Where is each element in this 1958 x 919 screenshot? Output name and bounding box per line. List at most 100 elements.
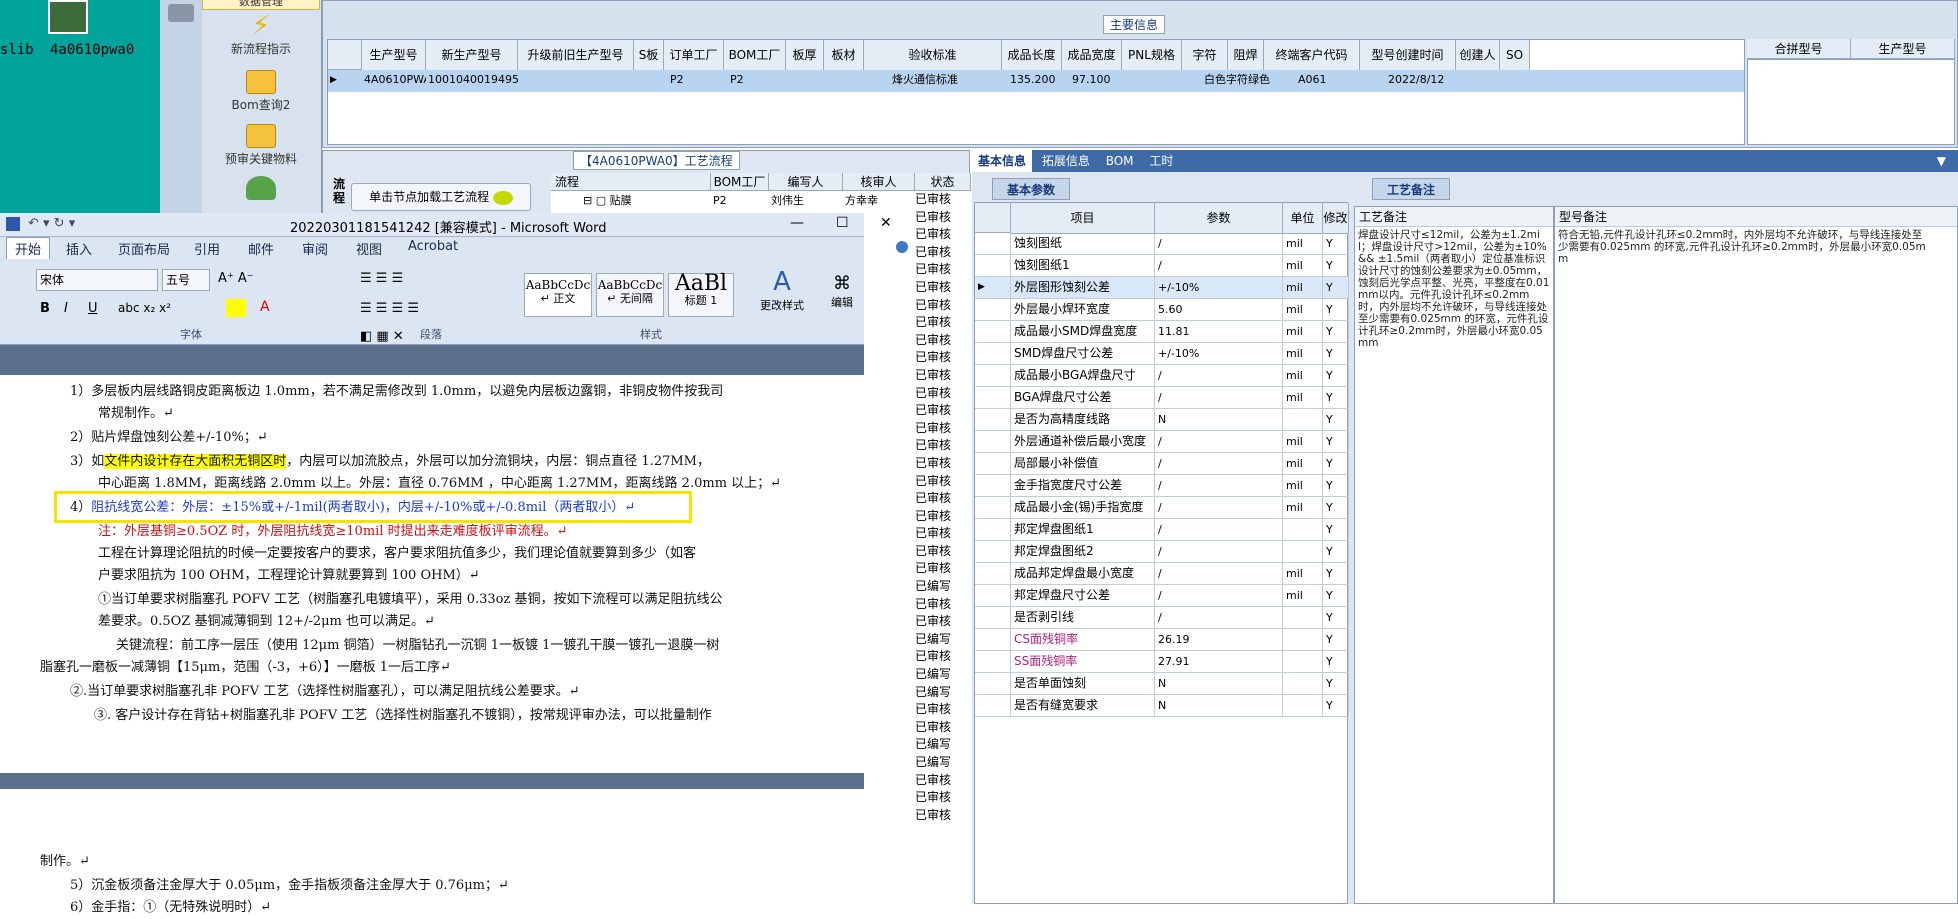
- table-row[interactable]: 蚀刻图纸1/mil Y: [975, 255, 1349, 277]
- col-header[interactable]: 流程: [551, 173, 711, 191]
- list-icon[interactable]: ☰ ☰ ☰: [360, 271, 403, 286]
- nav-item-data[interactable]: 数据管理: [202, 0, 320, 10]
- minimize-icon[interactable]: —: [790, 215, 804, 231]
- table-row[interactable]: 是否为高精度线路 N Y: [975, 409, 1349, 431]
- col-header[interactable]: 阻焊: [1228, 40, 1264, 71]
- table-row[interactable]: BGA焊盘尺寸公差 / mil Y: [975, 387, 1349, 409]
- col-header[interactable]: BOM工厂: [724, 40, 786, 71]
- col-header[interactable]: 项目: [1011, 203, 1155, 234]
- close-icon[interactable]: ✕: [880, 215, 892, 231]
- font-size-select[interactable]: 五号: [162, 269, 210, 291]
- tab-mail[interactable]: 邮件: [248, 239, 274, 258]
- col-header[interactable]: 工艺备注: [1355, 207, 1553, 227]
- document-page[interactable]: 1）多层板内层线路铜皮距离板边 1.0mm，若不满足需修改到 1.0mm，以避免…: [0, 375, 864, 773]
- shading-icon[interactable]: ◧ ▦ ✕: [360, 329, 404, 344]
- table-row[interactable]: SS面残铜率 27.91 Y: [975, 651, 1349, 673]
- table-row[interactable]: ▶ 外层图形蚀刻公差 +/-10% mil Y: [975, 277, 1349, 299]
- strike-icon[interactable]: abc x₂ x²: [118, 301, 171, 315]
- align-icon[interactable]: ☰ ☰ ☰ ☰: [360, 301, 419, 316]
- table-row[interactable]: 金手指宽度尺寸公差 / mil Y: [975, 475, 1349, 497]
- nav-item-user[interactable]: [202, 176, 320, 202]
- tab-references[interactable]: 引用: [194, 239, 220, 258]
- grow-font-icon[interactable]: A⁺ A⁻: [218, 271, 254, 286]
- tab-acrobat[interactable]: Acrobat: [408, 239, 458, 254]
- document-page[interactable]: 制作。↵ 5）沉金板须备注金厚大于 0.05μm，金手指板须备注金厚大于 0.7…: [0, 789, 864, 915]
- italic-icon[interactable]: I: [64, 301, 68, 316]
- col-header[interactable]: 字符: [1182, 40, 1228, 71]
- col-header[interactable]: 成品宽度: [1062, 40, 1122, 71]
- desktop-label-pwa[interactable]: 4a0610pwa0: [50, 42, 134, 58]
- col-header[interactable]: 参数: [1155, 203, 1283, 234]
- tab-view[interactable]: 视图: [356, 239, 382, 258]
- help-icon[interactable]: [896, 241, 908, 253]
- col-header[interactable]: 成品长度: [1002, 40, 1062, 71]
- col-header[interactable]: S板: [634, 40, 664, 71]
- table-row[interactable]: 蚀刻图纸 / mil Y: [975, 233, 1349, 255]
- table-row[interactable]: 邦定焊盘图纸2/ Y: [975, 541, 1349, 563]
- col-header[interactable]: 型号创建时间: [1360, 40, 1456, 71]
- table-row[interactable]: 外层最小焊环宽度 5.60 mil Y: [975, 299, 1349, 321]
- tab-insert[interactable]: 插入: [66, 239, 92, 258]
- file-icon[interactable]: [48, 0, 88, 34]
- style-normal[interactable]: AaBbCcDc ↵ 正文: [524, 273, 592, 317]
- col-header[interactable]: 编写人: [769, 173, 843, 191]
- table-row[interactable]: 成品最小SMD焊盘宽度 11.81 mil Y: [975, 321, 1349, 343]
- nav-item-bom-query[interactable]: Bom查询2: [202, 70, 320, 113]
- table-row[interactable]: 成品最小金(锡)手指宽度 / mil Y: [975, 497, 1349, 519]
- col-header[interactable]: BOM工厂: [711, 173, 769, 191]
- col-header[interactable]: 生产型号: [362, 40, 426, 71]
- change-styles-button[interactable]: A 更改样式: [754, 267, 810, 313]
- col-header[interactable]: 核审人: [843, 173, 915, 191]
- col-header[interactable]: 新生产型号: [426, 40, 518, 71]
- table-row[interactable]: 是否有缝宽要求 N Y: [975, 695, 1349, 717]
- tab-hours[interactable]: 工时: [1143, 150, 1179, 172]
- col-header[interactable]: 验收标准: [864, 40, 1002, 71]
- col-header[interactable]: 创建人: [1456, 40, 1500, 71]
- nav-item-preview-material[interactable]: 预审关键物料: [202, 124, 320, 167]
- style-heading1[interactable]: AaBl 标题 1: [668, 273, 734, 317]
- table-row[interactable]: 邦定焊盘图纸1/ Y: [975, 519, 1349, 541]
- col-header[interactable]: 状态: [915, 173, 971, 191]
- settings-icon[interactable]: [168, 4, 194, 22]
- tab-layout[interactable]: 页面布局: [118, 239, 170, 258]
- maximize-icon[interactable]: ☐: [836, 215, 849, 231]
- col-header[interactable]: 单位: [1283, 203, 1323, 234]
- col-header[interactable]: 板厚: [786, 40, 824, 71]
- table-row[interactable]: 成品邦定焊盘最小宽度 / mil Y: [975, 563, 1349, 585]
- dropdown-arrow-icon[interactable]: ▼: [1931, 150, 1952, 172]
- col-header[interactable]: SO: [1500, 40, 1530, 71]
- col-header[interactable]: 终端客户代码: [1264, 40, 1360, 71]
- table-row[interactable]: 是否单面蚀刻 N Y: [975, 673, 1349, 695]
- save-icon[interactable]: [6, 217, 20, 231]
- table-row[interactable]: SMD焊盘尺寸公差 +/-10% mil Y: [975, 343, 1349, 365]
- tab-home[interactable]: 开始: [6, 237, 51, 259]
- col-header[interactable]: PNL规格: [1122, 40, 1182, 71]
- table-row[interactable]: ▶ 4A0610PWA0 10010400194954 P2 P2 烽火通信标准…: [328, 70, 1744, 92]
- col-header[interactable]: 板材: [824, 40, 864, 71]
- col-header[interactable]: 升级前旧生产型号: [518, 40, 634, 71]
- flow-row-name[interactable]: ⊟ ▢ 贴膜: [581, 191, 711, 211]
- table-row[interactable]: 邦定焊盘尺寸公差 / mil Y: [975, 585, 1349, 607]
- table-row[interactable]: CS面残铜率 26.19 Y: [975, 629, 1349, 651]
- edit-button[interactable]: ⌘ 编辑: [822, 273, 862, 310]
- undo-icon[interactable]: ↶ ▾ ↻ ▾: [28, 216, 75, 231]
- merge-col-header[interactable]: 合拼型号: [1747, 39, 1851, 59]
- tab-review[interactable]: 审阅: [302, 239, 328, 258]
- tab-basic-info[interactable]: 基本信息: [972, 150, 1033, 172]
- underline-icon[interactable]: U: [88, 301, 98, 316]
- font-color-icon[interactable]: A: [260, 299, 270, 315]
- font-name-select[interactable]: 宋体: [36, 269, 158, 291]
- col-header[interactable]: 订单工厂: [664, 40, 724, 71]
- tab-extended-info[interactable]: 拓展信息: [1036, 150, 1096, 172]
- highlight-icon[interactable]: [226, 299, 246, 317]
- table-row[interactable]: 局部最小补偿值 / mil Y: [975, 453, 1349, 475]
- desktop-label-slib[interactable]: slib: [0, 42, 34, 58]
- table-row[interactable]: 外层通道补偿后最小宽度 / mil Y: [975, 431, 1349, 453]
- style-no-spacing[interactable]: AaBbCcDc ↵ 无间隔: [596, 273, 664, 317]
- bold-icon[interactable]: B: [40, 301, 50, 316]
- merge-col-header[interactable]: 生产型号: [1851, 39, 1955, 59]
- nav-item-new-flow[interactable]: ⚡ 新流程指示: [202, 13, 320, 57]
- col-header[interactable]: 修改: [1323, 203, 1349, 234]
- col-header[interactable]: 型号备注: [1555, 207, 1957, 227]
- load-flow-button[interactable]: 单击节点加载工艺流程: [351, 183, 531, 211]
